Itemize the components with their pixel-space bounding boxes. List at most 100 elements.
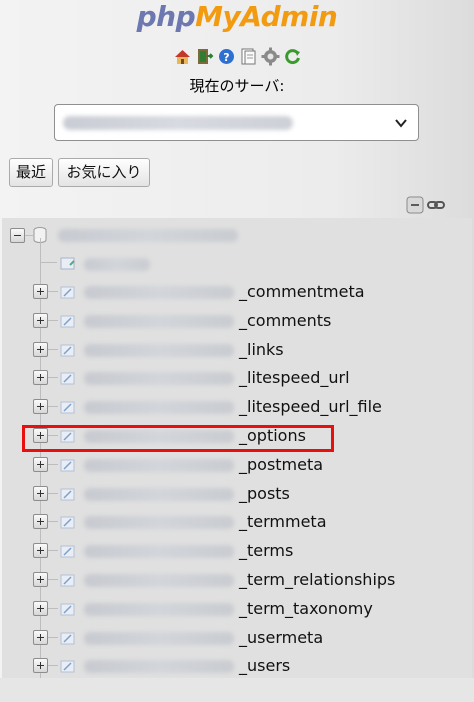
tree-connector: [48, 521, 58, 523]
table-row[interactable]: _termmeta: [2, 508, 472, 537]
tree-connector: [48, 406, 58, 408]
tree-connector: [41, 262, 57, 263]
table-icon: [60, 458, 76, 473]
expand-icon[interactable]: [33, 514, 48, 530]
database-node[interactable]: [2, 220, 472, 249]
table-prefix-redacted: [84, 286, 234, 299]
table-name-suffix[interactable]: _comments: [239, 310, 331, 331]
table-name-suffix[interactable]: _posts: [239, 483, 290, 504]
table-icon: [60, 544, 76, 559]
expand-icon[interactable]: [33, 284, 48, 299]
favorite-tables-button[interactable]: お気に入り: [58, 158, 150, 187]
phpmyadmin-logo[interactable]: phpMyAdmin: [0, 0, 474, 40]
table-row[interactable]: _litespeed_url: [2, 364, 472, 393]
table-row[interactable]: _postmeta: [2, 451, 472, 480]
table-name-suffix[interactable]: _termmeta: [239, 511, 327, 532]
table-name-suffix[interactable]: _commentmeta: [239, 281, 365, 302]
logo-admin: Admin: [240, 0, 338, 33]
tree-connector: [48, 607, 58, 609]
table-name-suffix[interactable]: _term_relationships: [239, 569, 395, 590]
table-name-suffix[interactable]: _usermeta: [239, 627, 323, 648]
table-name-suffix[interactable]: _term_taxonomy: [239, 598, 373, 619]
table-row[interactable]: _term_relationships: [2, 566, 472, 595]
tree-connector: [48, 348, 58, 350]
reload-icon[interactable]: [283, 47, 302, 66]
tree-controls: [406, 196, 450, 214]
tree-connector: [48, 319, 58, 321]
expand-icon[interactable]: [33, 341, 48, 357]
table-prefix-redacted: [84, 314, 234, 328]
table-name-suffix[interactable]: _postmeta: [239, 454, 323, 475]
table-row[interactable]: _litespeed_url_file: [2, 393, 472, 422]
collapse-icon[interactable]: [10, 228, 25, 243]
table-icon: [60, 371, 76, 386]
table-icon: [60, 285, 76, 300]
help-icon[interactable]: ?: [217, 47, 236, 66]
expand-icon[interactable]: [33, 312, 48, 328]
table-icon: [60, 659, 76, 674]
table-prefix-redacted: [84, 660, 234, 674]
expand-icon[interactable]: [33, 456, 48, 472]
table-row[interactable]: _terms: [2, 537, 472, 566]
table-prefix-redacted: [84, 602, 234, 616]
collapse-all-icon[interactable]: [406, 196, 424, 214]
table-prefix-redacted: [84, 545, 234, 559]
tree-connector: [48, 636, 58, 638]
new-table-icon: [60, 256, 76, 271]
database-name-redacted: [58, 229, 238, 242]
table-name-suffix[interactable]: _links: [239, 339, 284, 360]
table-prefix-redacted: [84, 343, 234, 357]
table-icon: [60, 631, 76, 646]
tree-connector: [25, 235, 33, 236]
exit-icon[interactable]: [195, 47, 214, 66]
expand-icon[interactable]: [33, 572, 48, 587]
server-select[interactable]: [54, 104, 419, 141]
tree-connector: [48, 492, 58, 494]
docs-icon[interactable]: [239, 47, 258, 66]
tree-connector: [48, 550, 58, 552]
tree-connector: [48, 291, 58, 292]
table-prefix-redacted: [84, 516, 234, 530]
link-icon[interactable]: [426, 196, 446, 214]
table-row[interactable]: _commentmeta: [2, 278, 472, 307]
table-name-suffix[interactable]: _terms: [239, 540, 293, 561]
logo-php: php: [136, 0, 196, 33]
table-name-suffix[interactable]: _users: [239, 655, 290, 676]
table-row[interactable]: _links: [2, 336, 472, 365]
table-row[interactable]: _comments: [2, 307, 472, 336]
table-name-suffix[interactable]: _litespeed_url: [239, 367, 350, 388]
expand-icon[interactable]: [33, 600, 48, 616]
bottom-band: [0, 678, 474, 702]
table-prefix-redacted: [84, 487, 234, 501]
tree-connector: [48, 579, 58, 580]
tree-connector: [48, 665, 58, 667]
svg-text:?: ?: [223, 51, 229, 64]
expand-icon[interactable]: [33, 370, 48, 386]
server-name-redacted: [63, 116, 293, 130]
expand-icon[interactable]: [33, 399, 48, 415]
new-table-node[interactable]: [2, 249, 472, 278]
home-icon[interactable]: [173, 47, 192, 66]
expand-icon[interactable]: [33, 629, 48, 645]
table-icon: [60, 515, 76, 530]
table-row[interactable]: _posts: [2, 480, 472, 509]
table-prefix-redacted: [84, 401, 234, 415]
settings-icon[interactable]: [261, 47, 280, 66]
new-table-label-redacted: [84, 258, 150, 271]
table-icon: [60, 343, 76, 358]
highlight-options-table: [22, 425, 334, 452]
expand-icon[interactable]: [33, 543, 48, 559]
table-row[interactable]: _term_taxonomy: [2, 595, 472, 624]
expand-icon[interactable]: [33, 658, 48, 674]
table-icon: [60, 487, 76, 502]
tree-connector: [48, 377, 58, 379]
chevron-down-icon: [394, 115, 408, 129]
expand-icon[interactable]: [33, 485, 48, 501]
logo-my: My: [195, 0, 241, 33]
table-icon: [60, 400, 76, 415]
table-icon: [60, 314, 76, 329]
tree-connector: [48, 463, 58, 465]
recent-tables-button[interactable]: 最近: [9, 158, 53, 187]
table-row[interactable]: _usermeta: [2, 624, 472, 653]
table-name-suffix[interactable]: _litespeed_url_file: [239, 396, 382, 417]
